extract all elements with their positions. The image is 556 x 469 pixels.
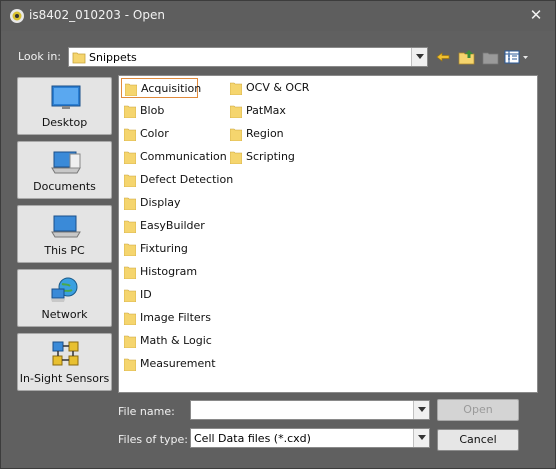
views-menu-button[interactable] [503,47,531,67]
desktop-icon [51,85,81,109]
place-label: In-Sight Sensors [19,372,110,385]
back-button[interactable] [433,47,453,67]
file-list[interactable]: Acquisition Blob Color Communication Def… [118,75,538,393]
folder-icon [124,174,136,187]
list-item[interactable]: Scripting [227,147,317,167]
folder-icon [230,82,242,95]
list-item[interactable]: OCV & OCR [227,78,317,98]
look-in-value: Snippets [89,51,137,64]
folder-icon [72,52,86,64]
folder-icon [124,220,136,233]
file-type-value: Cell Data files (*.cxd) [194,432,311,445]
list-item[interactable]: Blob [121,101,231,121]
folder-icon [124,151,136,164]
chevron-down-icon [418,435,426,440]
look-in-dropdown-arrow[interactable] [411,48,427,66]
list-item[interactable]: Defect Detection [121,170,233,190]
place-in-sight-sensors[interactable]: In-Sight Sensors [17,333,112,391]
open-button[interactable]: Open [437,399,519,421]
list-item[interactable]: PatMax [227,101,317,121]
list-item[interactable]: Color [121,124,231,144]
list-item[interactable]: Display [121,193,231,213]
place-label: Documents [33,180,96,193]
open-dialog: is8402_010203 - Open ✕ Look in: Snippets [0,0,556,469]
list-item[interactable]: Acquisition [121,78,201,98]
list-item[interactable]: Fixturing [121,239,231,259]
up-folder-button[interactable] [457,47,477,67]
file-name-dropdown-arrow[interactable] [413,401,429,419]
chevron-down-icon [418,407,426,412]
this-pc-icon [51,215,81,238]
place-label: Desktop [41,116,88,129]
folder-icon [230,105,242,118]
folder-icon [124,312,136,325]
close-button[interactable]: ✕ [525,5,547,25]
list-item[interactable]: Measurement [121,354,231,374]
list-item[interactable]: Region [227,124,317,144]
folder-icon [124,358,136,371]
views-menu-icon [504,50,528,64]
list-item[interactable]: ID [121,285,231,305]
cancel-button[interactable]: Cancel [437,429,519,451]
place-documents[interactable]: Documents [17,141,112,199]
app-icon [10,9,24,23]
place-label: Network [41,308,88,321]
file-type-select[interactable]: Cell Data files (*.cxd) [190,428,430,448]
folder-icon [124,266,136,279]
chevron-down-icon [416,54,424,59]
folder-icon [125,83,137,96]
list-item[interactable]: Communication [121,147,231,167]
place-this-pc[interactable]: This PC [17,205,112,263]
folder-icon [230,128,242,141]
list-item[interactable]: Image Filters [121,308,231,328]
documents-icon [51,151,81,174]
look-in-label: Look in: [18,50,61,63]
file-type-label: Files of type: [118,433,189,446]
places-bar: Desktop Documents This PC Network In-Sig… [17,77,113,393]
in-sight-sensors-icon [52,341,79,366]
back-icon [436,52,450,62]
window-title: is8402_010203 - Open [29,8,165,22]
folder-icon [124,197,136,210]
look-in-dropdown[interactable]: Snippets [68,47,428,67]
folder-icon [124,289,136,302]
file-name-input[interactable] [190,400,430,420]
network-icon [51,277,78,302]
list-item[interactable]: EasyBuilder [121,216,231,236]
new-folder-icon [482,52,499,65]
place-desktop[interactable]: Desktop [17,77,112,135]
title-bar: is8402_010203 - Open ✕ [1,1,555,31]
folder-icon [124,105,136,118]
folder-icon [124,128,136,141]
folder-icon [124,335,136,348]
file-name-label: File name: [118,405,175,418]
new-folder-button[interactable] [481,47,501,67]
list-item[interactable]: Histogram [121,262,231,282]
list-item[interactable]: Math & Logic [121,331,231,351]
place-label: This PC [44,244,85,257]
folder-icon [124,243,136,256]
up-folder-icon [458,50,475,65]
folder-icon [230,151,242,164]
file-type-dropdown-arrow[interactable] [413,429,429,447]
place-network[interactable]: Network [17,269,112,327]
